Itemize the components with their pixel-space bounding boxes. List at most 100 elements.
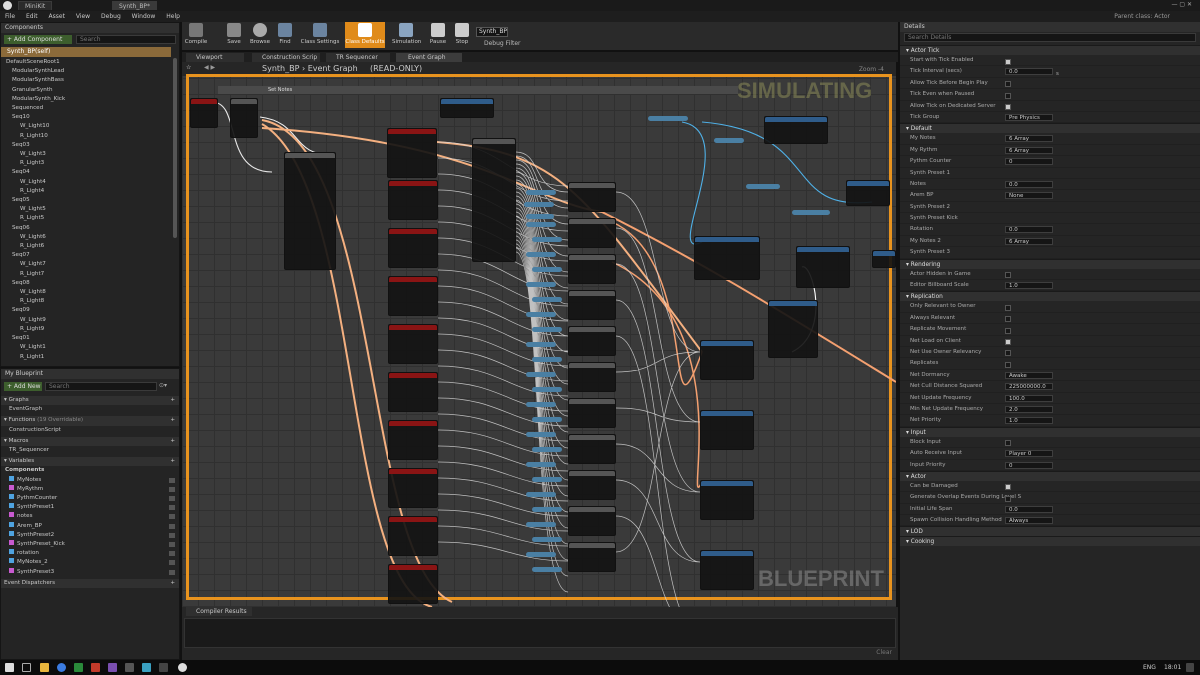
variable-getter-node[interactable] [526, 222, 556, 227]
variable-getter-node[interactable] [526, 190, 556, 195]
visibility-toggle-icon[interactable] [169, 486, 175, 492]
app-icon-3[interactable] [108, 663, 117, 672]
variable-getter-node[interactable] [526, 342, 556, 347]
details-checkbox[interactable] [1005, 361, 1011, 368]
details-value-field[interactable]: 0.0 [1005, 226, 1053, 234]
variable-getter-node[interactable] [714, 138, 744, 143]
component-item[interactable]: Sequenced [4, 104, 172, 113]
add-component-button[interactable]: + Add Component [4, 35, 72, 44]
component-item[interactable]: ModularSynth_Kick [4, 95, 172, 104]
variable-getter-node[interactable] [526, 214, 554, 219]
variable-item[interactable]: SynthPreset1 [1, 503, 179, 512]
component-item[interactable]: GranularSynth [4, 86, 172, 95]
variable-getter-node[interactable] [526, 552, 556, 557]
details-checkbox[interactable] [1005, 327, 1011, 334]
visibility-toggle-icon[interactable] [169, 523, 175, 529]
macro-item[interactable]: TR_Sequencer [1, 446, 179, 455]
component-item[interactable]: ModularSynthBass [4, 76, 172, 85]
notifications-icon[interactable] [1186, 663, 1194, 672]
components-search-input[interactable]: Search [76, 35, 176, 44]
play-sound-node[interactable] [700, 550, 754, 590]
partial-node[interactable] [872, 250, 896, 268]
variable-item[interactable]: PythmCounter [1, 494, 179, 503]
variable-getter-node[interactable] [532, 267, 562, 272]
windows-start-icon[interactable] [5, 663, 14, 672]
variable-getter-node[interactable] [532, 357, 562, 362]
component-root[interactable]: Synth_BP(self) [1, 47, 171, 57]
synth-call-node[interactable] [568, 290, 616, 320]
variable-getter-node[interactable] [526, 282, 556, 287]
component-item[interactable]: W_Light6 [4, 233, 172, 242]
app-icon-4[interactable] [125, 663, 134, 672]
simulation-button[interactable]: Simulation [392, 22, 421, 48]
tab-event-graph[interactable]: Event Graph [396, 53, 462, 62]
tab-construction-script[interactable]: Construction Scrip [252, 53, 320, 62]
variable-item[interactable]: MyNotes [1, 475, 179, 485]
details-value-field[interactable]: 1.0 [1005, 282, 1053, 290]
app-icon-1[interactable] [74, 663, 83, 672]
menu-view[interactable]: View [76, 11, 90, 22]
details-value-field[interactable]: None [1005, 192, 1053, 200]
details-value-field[interactable]: 6 Array elements [1005, 146, 1053, 154]
details-section-header[interactable]: ▾ Cooking [900, 536, 1200, 547]
details-checkbox[interactable] [1005, 304, 1011, 311]
set-component-node[interactable] [388, 228, 438, 268]
event-graph-canvas[interactable]: ☆ ◀ ▶ Synth_BP › Event Graph (READ-ONLY)… [182, 62, 896, 607]
variable-getter-node[interactable] [746, 184, 780, 189]
variables-header[interactable]: ▾ Variables + [1, 457, 179, 467]
component-item[interactable]: R_Light4 [4, 187, 172, 196]
variable-getter-node[interactable] [532, 567, 562, 572]
app-icon-5[interactable] [142, 663, 151, 672]
variable-getter-node[interactable] [648, 116, 688, 121]
component-item[interactable]: R_Light3 [4, 159, 172, 168]
visibility-toggle-icon[interactable] [169, 514, 175, 520]
play-sound-node[interactable] [700, 410, 754, 450]
save-button[interactable]: Save [222, 22, 246, 48]
window-controls[interactable]: — ▢ ✕ [1171, 1, 1192, 8]
details-checkbox[interactable] [1005, 484, 1011, 491]
visibility-toggle-icon[interactable] [169, 505, 175, 511]
details-search-input[interactable]: Search Details [904, 33, 1196, 42]
details-checkbox[interactable] [1005, 81, 1011, 88]
debug-object-select[interactable]: Synth_BP [476, 27, 508, 37]
set-component-node[interactable] [387, 128, 437, 178]
menu-file[interactable]: File [5, 11, 15, 22]
synth-call-node[interactable] [568, 542, 616, 572]
functions-header[interactable]: ▾ Functions (19 Overridable) + [1, 416, 179, 426]
details-value-field[interactable]: Awake [1005, 371, 1053, 379]
tab-viewport[interactable]: Viewport [186, 53, 244, 62]
synth-call-node[interactable] [568, 398, 616, 428]
component-item[interactable]: ModularSynthLead [4, 67, 172, 76]
variable-getter-node[interactable] [526, 432, 556, 437]
math-node[interactable] [284, 152, 336, 270]
details-value-field[interactable]: 100.0 [1005, 394, 1053, 402]
set-relative-rotation-node[interactable] [796, 246, 850, 288]
set-component-node[interactable] [388, 276, 438, 316]
visibility-toggle-icon[interactable] [169, 560, 175, 566]
menu-help[interactable]: Help [166, 11, 180, 22]
variable-item[interactable]: SynthPreset_Kick [1, 540, 179, 549]
component-item[interactable]: R_Light5 [4, 214, 172, 223]
variable-getter-node[interactable] [524, 202, 554, 207]
pause-button[interactable]: Pause [426, 22, 450, 48]
component-item[interactable]: W_Light10 [4, 122, 172, 131]
component-item[interactable]: Seq07 [4, 251, 172, 260]
component-item[interactable]: Seq06 [4, 224, 172, 233]
details-value-field[interactable]: 6 Array elements [1005, 135, 1053, 143]
play-sound-node[interactable] [768, 300, 818, 358]
details-value-field[interactable]: 0.0 [1005, 180, 1053, 188]
details-checkbox[interactable] [1005, 104, 1011, 111]
component-item[interactable]: R_Light10 [4, 132, 172, 141]
details-checkbox[interactable] [1005, 92, 1011, 99]
browse-button[interactable]: Browse [248, 22, 272, 48]
variable-getter-node[interactable] [532, 387, 562, 392]
details-section-header[interactable]: ▾ Actor Tick [900, 45, 1200, 55]
variable-item[interactable]: MyNotes_2 [1, 558, 179, 567]
variable-getter-node[interactable] [526, 522, 556, 527]
set-component-node[interactable] [388, 516, 438, 556]
play-sound-node[interactable] [700, 340, 754, 380]
menu-debug[interactable]: Debug [101, 11, 121, 22]
variable-getter-node[interactable] [532, 537, 562, 542]
component-item[interactable]: W_Light7 [4, 260, 172, 269]
blueprint-search-input[interactable]: Search [45, 382, 157, 391]
